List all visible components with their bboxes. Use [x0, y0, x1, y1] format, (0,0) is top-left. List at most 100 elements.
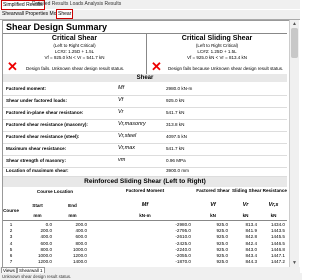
vertical-scrollbar[interactable]: ▲ ▼: [289, 20, 299, 267]
cell-vrs: 1443.5: [270, 228, 285, 234]
cell-vrs: 1447.1: [270, 253, 285, 258]
col-sliding-shear-resistance: Sliding Shear Resistance: [232, 188, 287, 193]
shear-row-value: 4097.5 kN: [166, 134, 187, 139]
shear-row-label: Maximum shear resistance:: [6, 146, 67, 151]
cell-vf: 925.0: [216, 240, 229, 246]
cell-end: 1400.0: [72, 259, 87, 265]
shear-row-symbol: vm: [118, 157, 126, 163]
unit-mm: mm: [33, 213, 42, 218]
cell-vrs: 1445.5: [270, 234, 285, 240]
tab-detailed-results[interactable]: Detailed Results Loads Analysis Results: [31, 0, 122, 8]
reinforced-section-title: Reinforced Sliding Shear (Left to Right): [3, 177, 287, 187]
shear-row-symbol: Mf: [118, 85, 125, 91]
cell-vr: 842.4: [245, 240, 258, 246]
cell-vr: 844.3: [245, 259, 258, 265]
shear-row-value: 925.0 kN: [166, 98, 185, 103]
shear-row-value: 0.96 MPa: [166, 158, 186, 163]
critical-sliding-equation: Vf = 925.0 kN < Vr = 813.4 kN: [187, 55, 247, 60]
cell-start: 1200.0: [37, 259, 52, 265]
col-mf: Mf: [141, 202, 149, 208]
shear-row-symbol: Vr,masonry: [118, 121, 146, 127]
critical-shear-equation: Vf = 925.0 kN < Vr = 541.7 kN: [44, 55, 105, 60]
shear-row-symbol: Vf: [118, 97, 124, 103]
tab-loads-analysis-results-label[interactable]: Loads Analysis Results: [70, 1, 121, 7]
cell-start: 400.0: [40, 234, 53, 240]
tab-detailed-results-label: Detailed Results: [32, 1, 69, 7]
cell-course: 3: [9, 234, 13, 240]
critical-shear-combo: LC#2: 1.25D + 1.5L: [54, 49, 95, 54]
cell-vr: 841.9: [245, 228, 258, 234]
shear-row-label: Location of maximum shear:: [6, 168, 69, 173]
col-vr: Vr: [242, 202, 249, 208]
tab-shear[interactable]: Shear: [56, 9, 74, 19]
cell-course: 5: [9, 246, 13, 252]
cell-course: 2: [9, 228, 13, 234]
shear-row-value: 313.8 kN: [166, 122, 185, 127]
cell-start: 600.0: [40, 240, 53, 246]
unit-kn: kN: [270, 213, 277, 218]
cell-end: 1200.0: [72, 253, 87, 258]
cell-vf: 925.0: [216, 222, 229, 227]
table-divider: [3, 220, 287, 221]
critical-sliding-sub: (Left to Right Critical): [195, 43, 239, 48]
summary-title: Shear Design Summary: [6, 22, 108, 32]
cell-end: 400.0: [75, 228, 88, 234]
critical-shear-sub: (Left to Right Critical): [53, 43, 96, 48]
cell-start: 200.0: [40, 228, 53, 234]
cell-vrs: 1447.2: [270, 259, 285, 265]
shear-row-label: Factored moment:: [6, 86, 47, 91]
shear-row-value: 541.7 kN: [166, 146, 185, 151]
status-bar: Unknown shear design result status.: [0, 273, 302, 280]
scroll-up-icon[interactable]: ▲: [291, 21, 298, 27]
cell-vrs: 1446.8: [270, 246, 285, 252]
cell-start: 1000.0: [37, 253, 52, 258]
cell-moment: -2795.0: [175, 228, 191, 234]
shear-row-label: Factored shear resistance (masonry):: [6, 122, 88, 127]
shear-row-label: Factored in-plane shear resistance:: [6, 110, 84, 115]
cell-vf: 925.0: [216, 253, 229, 258]
shear-section-title: Shear: [3, 74, 287, 82]
cell-vf: 925.0: [216, 259, 229, 265]
cell-end: 800.0: [75, 240, 88, 246]
shear-row-symbol: Vr: [118, 109, 124, 115]
col-course-location: Course Location: [36, 189, 74, 194]
unit-knm: kN-m: [139, 213, 151, 218]
shear-row-symbol: Vr,max: [118, 145, 136, 151]
cell-moment: -2980.0: [175, 222, 191, 227]
cell-moment: -2425.0: [175, 240, 191, 246]
col-factored-moment: Factored Moment: [125, 188, 165, 193]
unit-kn: kN: [242, 213, 249, 218]
cell-vr: 842.8: [245, 234, 258, 240]
critical-sliding-shear-heading: Critical Sliding Shear: [181, 35, 253, 42]
cell-moment: -2055.0: [175, 253, 191, 258]
scroll-thumb[interactable]: [291, 28, 298, 58]
shear-row-value: 3900.0 mm: [166, 168, 189, 173]
cell-vrs: 1446.5: [270, 240, 285, 246]
cell-moment: -2240.0: [175, 246, 191, 252]
cell-vr: 843.4: [245, 253, 258, 258]
col-start: Start: [32, 203, 43, 208]
cell-course: 1: [9, 222, 13, 227]
cell-vf: 925.0: [216, 228, 229, 234]
critical-sliding-message: Design fails because Unknown shear desig…: [168, 66, 284, 71]
cell-moment: -2610.0: [175, 234, 191, 240]
tab-shearwall-properties-label: Shearwall Properties: [2, 11, 49, 17]
cell-vf: 925.0: [216, 246, 229, 252]
fail-x-icon: ✕: [7, 59, 18, 74]
shear-row-label: Shear under factored loads:: [6, 98, 68, 103]
unit-kn: kN: [210, 213, 216, 218]
col-end: End: [68, 203, 77, 208]
shear-row-label: Shear strength of masonry:: [6, 158, 66, 163]
col-vrs: Vr,s: [268, 202, 279, 208]
cell-vr: 843.0: [245, 246, 258, 252]
cell-end: 600.0: [75, 234, 88, 240]
scroll-down-icon[interactable]: ▼: [291, 260, 298, 266]
divider: [3, 33, 287, 34]
critical-shear-heading: Critical Shear: [51, 35, 98, 42]
col-vf: Vf: [210, 202, 216, 208]
shear-row-symbol: Vr,steel: [118, 133, 137, 139]
cell-vrs: 1434.0: [270, 222, 285, 227]
shear-row-value: 2980.0 kN-m: [166, 86, 193, 91]
shear-row-label: Factored shear resistance (steel):: [6, 134, 80, 139]
cell-vr: 813.4: [245, 222, 258, 227]
